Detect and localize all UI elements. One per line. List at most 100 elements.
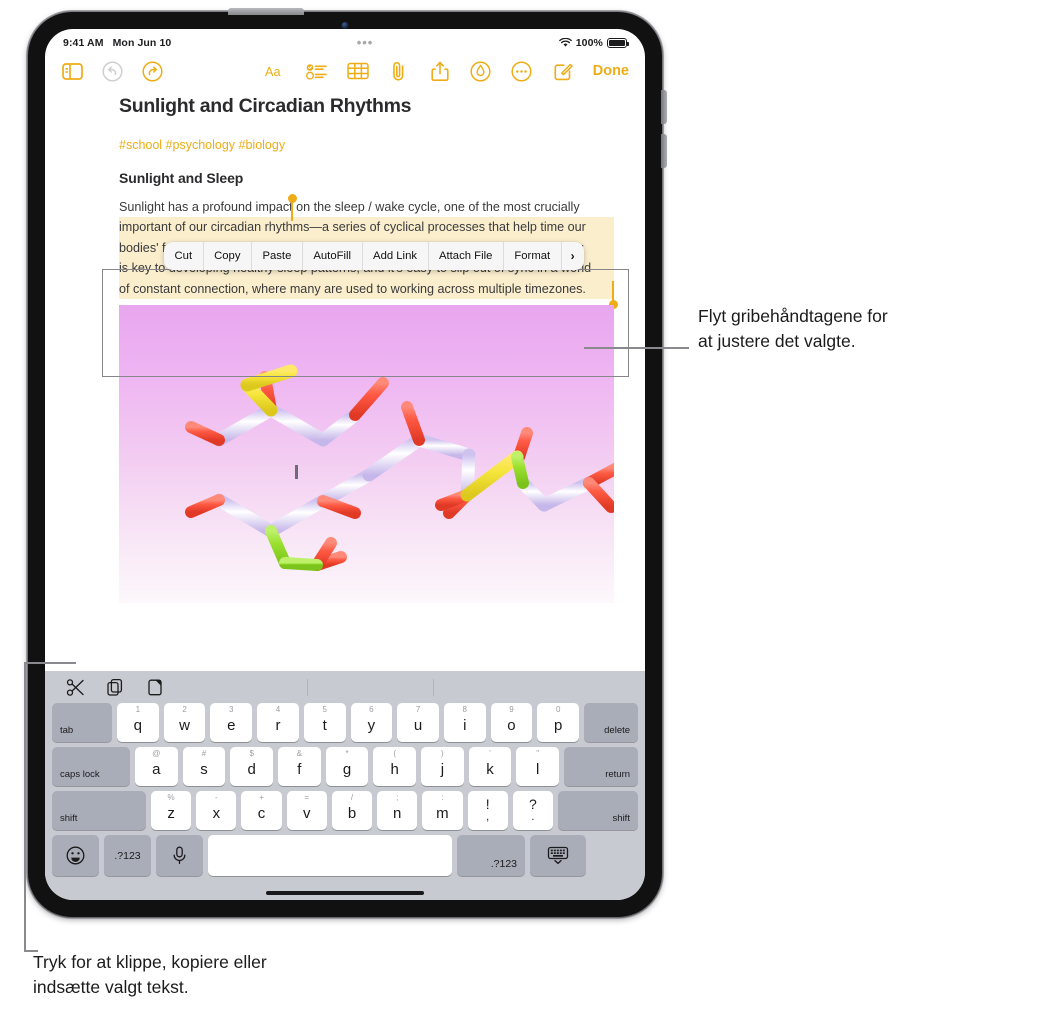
key-return[interactable]: return bbox=[564, 747, 639, 786]
checklist-icon[interactable] bbox=[306, 60, 328, 82]
volume-down-button[interactable] bbox=[661, 134, 667, 168]
share-icon[interactable] bbox=[429, 60, 451, 82]
sidebar-icon[interactable] bbox=[61, 60, 83, 82]
microphone-icon[interactable] bbox=[156, 835, 203, 876]
note-title: Sunlight and Circadian Rhythms bbox=[119, 95, 412, 117]
key-shift-right[interactable]: shift bbox=[557, 791, 638, 830]
key-label: z bbox=[167, 805, 175, 822]
power-button[interactable] bbox=[228, 8, 304, 15]
key-alt-label: 7 bbox=[415, 705, 421, 714]
context-menu-item-add-link[interactable]: Add Link bbox=[363, 242, 429, 270]
key-caps-lock[interactable]: caps lock bbox=[52, 747, 130, 786]
context-menu-item-copy[interactable]: Copy bbox=[204, 242, 252, 270]
markup-pen-icon[interactable] bbox=[470, 60, 492, 82]
key-x[interactable]: -x bbox=[196, 791, 237, 830]
key-delete[interactable]: delete bbox=[584, 703, 639, 742]
context-menu-item-format[interactable]: Format bbox=[504, 242, 562, 270]
context-menu-next-chevron-icon[interactable]: › bbox=[562, 242, 584, 270]
key-label: j bbox=[440, 761, 445, 778]
note-tags[interactable]: #school #psychology #biology bbox=[119, 138, 627, 152]
emoji-smiley-icon[interactable] bbox=[52, 835, 99, 876]
key-label: g bbox=[342, 761, 352, 778]
key-sub-label: , bbox=[486, 811, 490, 824]
key-numbers-right[interactable]: .?123 bbox=[457, 835, 525, 876]
toolbar-left-group bbox=[61, 60, 163, 82]
context-menu-item-cut[interactable]: Cut bbox=[164, 242, 204, 270]
copy-icon[interactable] bbox=[105, 677, 125, 697]
key-g[interactable]: * g bbox=[325, 747, 369, 786]
scissors-icon[interactable] bbox=[65, 677, 85, 697]
key-space[interactable] bbox=[208, 835, 452, 876]
key-label: p bbox=[554, 717, 563, 734]
key-f[interactable]: & f bbox=[278, 747, 321, 786]
key-label: b bbox=[347, 805, 357, 822]
key-h[interactable]: (h bbox=[373, 747, 417, 786]
key-label: ! bbox=[485, 796, 490, 813]
molecule-image[interactable] bbox=[119, 305, 614, 604]
done-button[interactable]: Done bbox=[593, 63, 629, 79]
volume-up-button[interactable] bbox=[661, 90, 667, 124]
key-u[interactable]: 7u bbox=[397, 703, 439, 742]
key-b[interactable]: / b bbox=[331, 791, 373, 830]
key-d[interactable]: $ d bbox=[230, 747, 274, 786]
wifi-icon bbox=[558, 37, 572, 48]
callout-line-handles bbox=[584, 347, 689, 349]
key-label: h bbox=[390, 761, 399, 778]
status-bar-left: 9:41 AM Mon Jun 10 bbox=[63, 37, 171, 49]
key-n[interactable]: ; n bbox=[377, 791, 418, 830]
key-y[interactable]: 6y bbox=[350, 703, 393, 742]
more-ellipsis-icon[interactable] bbox=[511, 60, 533, 82]
key-z[interactable]: % z bbox=[151, 791, 192, 830]
text-context-menu[interactable]: Cut Copy Paste AutoFill Add Link Attach … bbox=[164, 242, 584, 270]
key-m[interactable]: :m bbox=[422, 791, 463, 830]
table-icon[interactable] bbox=[347, 60, 369, 82]
key-alt-label: ' bbox=[489, 749, 491, 758]
key-q[interactable]: 1q bbox=[117, 703, 159, 742]
svg-text:Aa: Aa bbox=[265, 65, 281, 79]
key-alt-label: + bbox=[259, 793, 264, 802]
key-w[interactable]: 2w bbox=[163, 703, 206, 742]
key-r[interactable]: 4r bbox=[257, 703, 299, 742]
undo-icon[interactable] bbox=[101, 60, 123, 82]
key-question-period[interactable]: ?. bbox=[512, 791, 553, 830]
onscreen-keyboard: tab 1q 2w 3e 4r 5t 6y 7u 8i 9o 0p delete… bbox=[45, 671, 645, 900]
key-l[interactable]: " l bbox=[516, 747, 560, 786]
key-shift-left[interactable]: shift bbox=[52, 791, 146, 830]
keyboard-row-1: tab 1q 2w 3e 4r 5t 6y 7u 8i 9o 0p delete bbox=[52, 703, 639, 742]
key-k[interactable]: ' k bbox=[468, 747, 512, 786]
key-j[interactable]: ) j bbox=[421, 747, 464, 786]
key-label: n bbox=[393, 805, 402, 822]
key-label: u bbox=[413, 717, 423, 734]
key-exclamation-comma[interactable]: !, bbox=[467, 791, 508, 830]
notes-toolbar: Aa Done bbox=[45, 53, 645, 89]
callout-line-shortcuts-v bbox=[24, 662, 26, 952]
context-menu-item-autofill[interactable]: AutoFill bbox=[303, 242, 363, 270]
key-v[interactable]: = v bbox=[286, 791, 327, 830]
redo-icon[interactable] bbox=[141, 60, 163, 82]
context-menu-item-paste[interactable]: Paste bbox=[252, 242, 303, 270]
key-label: ? bbox=[528, 796, 537, 813]
key-label: o bbox=[507, 717, 516, 734]
paste-icon[interactable] bbox=[145, 677, 165, 697]
key-e[interactable]: 3e bbox=[210, 703, 253, 742]
hide-keyboard-icon[interactable] bbox=[530, 835, 586, 876]
compose-icon[interactable] bbox=[552, 60, 574, 82]
key-alt-label: 1 bbox=[135, 705, 141, 714]
key-t[interactable]: 5t bbox=[303, 703, 346, 742]
key-i[interactable]: 8i bbox=[443, 703, 486, 742]
key-label: y bbox=[367, 717, 376, 734]
key-p[interactable]: 0p bbox=[537, 703, 580, 742]
callout-handles-line1: Flyt gribehåndtagene for bbox=[698, 306, 888, 326]
key-o[interactable]: 9o bbox=[490, 703, 533, 742]
key-s[interactable]: # s bbox=[182, 747, 226, 786]
home-indicator[interactable] bbox=[45, 886, 645, 900]
key-a[interactable]: @ a bbox=[135, 747, 178, 786]
context-menu-item-attach-file[interactable]: Attach File bbox=[429, 242, 504, 270]
key-numbers-left[interactable]: .?123 bbox=[104, 835, 151, 876]
paragraph-line-text: of constant connection, where many are u… bbox=[119, 281, 586, 296]
paperclip-icon[interactable] bbox=[388, 60, 410, 82]
key-tab[interactable]: tab bbox=[52, 703, 112, 742]
key-c[interactable]: + c bbox=[241, 791, 282, 830]
key-alt-label: 4 bbox=[275, 705, 281, 714]
format-aa-icon[interactable]: Aa bbox=[265, 60, 287, 82]
